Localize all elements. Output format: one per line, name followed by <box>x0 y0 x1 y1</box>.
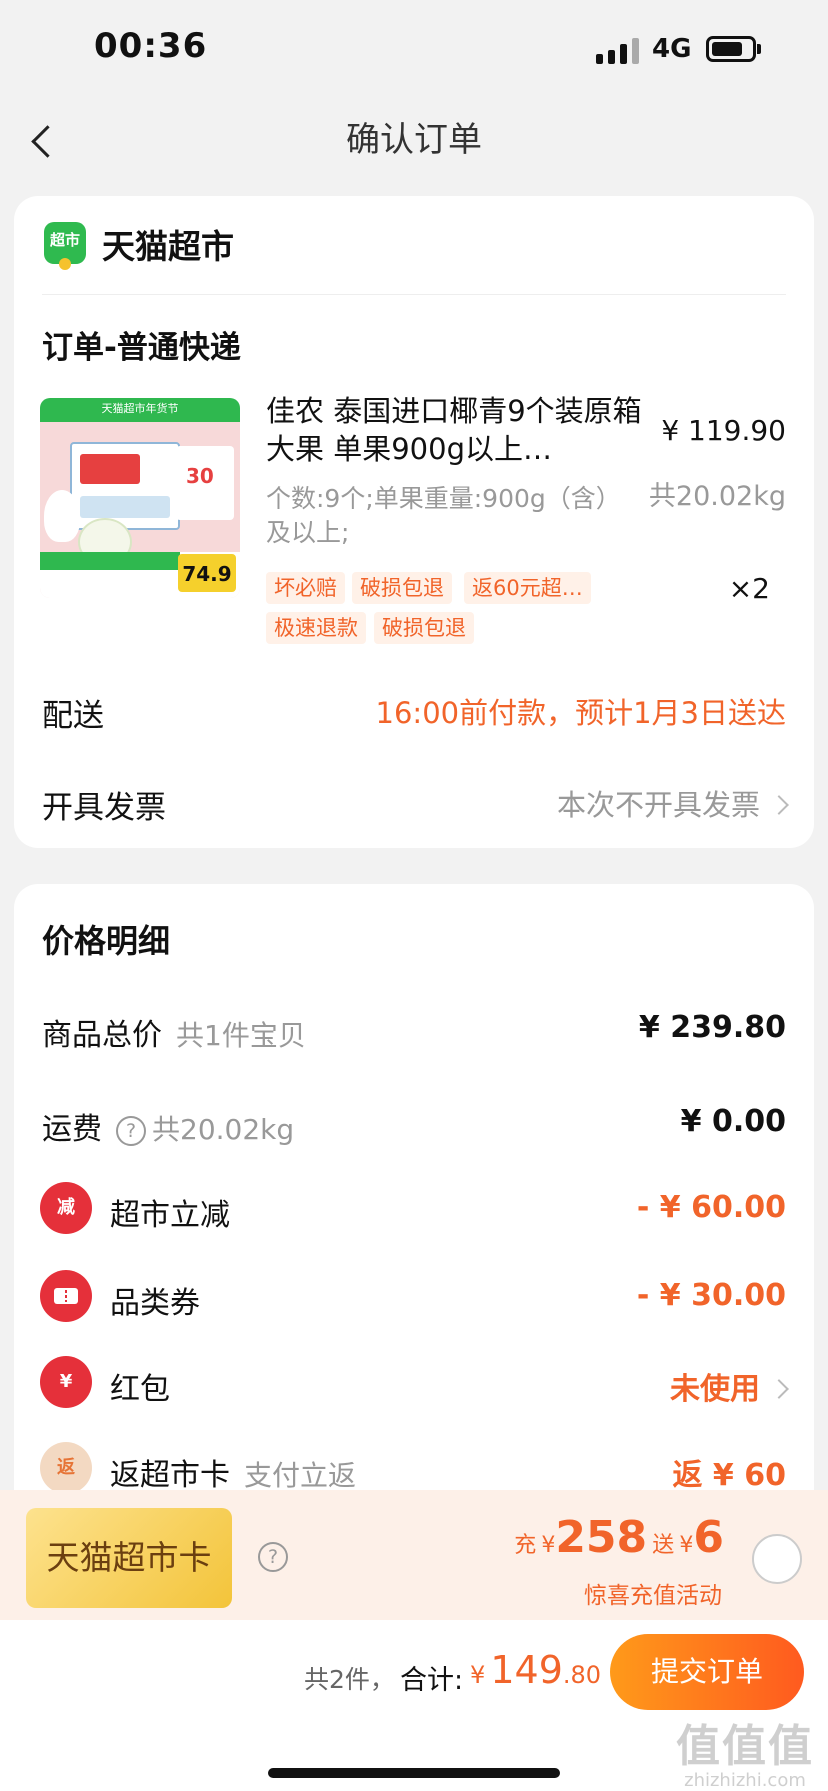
page-title: 确认订单 <box>346 120 482 160</box>
store-logo-icon: 超市 <box>44 222 86 270</box>
watermark-text: zhizhizhi.com <box>684 1770 806 1791</box>
discount-icon: 减 <box>40 1182 92 1234</box>
shipping-weight: 共20.02kg <box>152 1113 295 1146</box>
service-tag: 极速退款 <box>266 612 366 644</box>
goods-total-value: ¥ 239.80 <box>638 1010 786 1045</box>
coupon-icon <box>40 1270 92 1322</box>
recharge-promo-bar: 天猫超市卡 ? 充 ¥258 送 ¥6 惊喜充值活动 <box>0 1490 828 1620</box>
category-coupon-row[interactable]: 品类券 - ¥ 30.00 <box>14 1268 814 1328</box>
service-tag: 破损包退 <box>352 572 452 604</box>
red-packet-label: 红包 <box>110 1372 170 1407</box>
price-detail-title: 价格明细 <box>42 922 171 960</box>
item-count: 共2件， <box>304 1665 395 1694</box>
product-spec: 个数:9个;单果重量:900g（含）及以上; <box>266 484 621 547</box>
shipping-value: ¥ 0.00 <box>680 1104 786 1139</box>
red-packet-icon: ¥ <box>40 1356 92 1408</box>
signal-icon <box>596 36 642 64</box>
goods-total-row: 商品总价 共1件宝贝 ¥ 239.80 <box>14 1000 814 1060</box>
service-tag: 破损包退 <box>374 612 474 644</box>
delivery-value: 16:00前付款，预计1月3日送达 <box>375 696 786 730</box>
service-tag[interactable]: 返60元超… <box>464 572 591 604</box>
recharge-amount: 258 <box>555 1512 648 1563</box>
recharge-radio[interactable] <box>752 1534 802 1584</box>
product-name[interactable]: 佳农 泰国进口椰青9个装原箱 大果 单果900g以上… <box>266 392 666 468</box>
watermark: 值值值 zhizhizhi.com <box>676 1710 814 1791</box>
status-time: 00:36 <box>94 26 208 66</box>
order-type-title: 订单-普通快递 <box>42 330 241 366</box>
supermarket-card-badge[interactable]: 天猫超市卡 <box>26 1508 232 1608</box>
bonus-amount: 6 <box>693 1512 724 1563</box>
red-packet-value: 未使用 <box>670 1372 760 1407</box>
product-quantity: ×2 <box>728 572 770 605</box>
chevron-right-icon <box>769 795 789 815</box>
cashback-label: 返超市卡 <box>110 1458 230 1493</box>
product-image-banner: 天猫超市年货节 <box>101 402 179 415</box>
watermark-logo: 值值值 <box>676 1721 814 1772</box>
category-coupon-value: - ¥ 30.00 <box>636 1278 786 1313</box>
chevron-right-icon <box>769 1379 789 1399</box>
category-coupon-label: 品类券 <box>110 1286 200 1321</box>
battery-tip <box>757 44 761 54</box>
submit-order-button[interactable]: 提交订单 <box>610 1634 804 1710</box>
shipping-label: 运费 <box>42 1112 102 1147</box>
service-tag: 坏必赔 <box>266 572 345 604</box>
cashback-value: 返 ¥ 60 <box>672 1458 786 1493</box>
goods-count: 共1件宝贝 <box>176 1019 306 1052</box>
divider <box>42 294 786 295</box>
store-discount-value: - ¥ 60.00 <box>636 1190 786 1225</box>
store-discount-label: 超市立减 <box>110 1198 230 1233</box>
goods-total-label: 商品总价 <box>42 1018 162 1053</box>
store-name[interactable]: 天猫超市 <box>102 220 234 268</box>
product-weight: 共20.02kg <box>648 481 786 512</box>
product-image-price: 74.9 <box>178 554 236 592</box>
status-bar: 00:36 4G <box>0 0 828 100</box>
recharge-amounts: 充 ¥258 送 ¥6 <box>514 1512 724 1563</box>
shipping-row: 运费? 共20.02kg ¥ 0.00 <box>14 1094 814 1154</box>
help-icon[interactable]: ? <box>258 1542 288 1572</box>
home-indicator[interactable] <box>268 1768 560 1778</box>
delivery-label: 配送 <box>42 698 104 734</box>
invoice-label: 开具发票 <box>42 790 166 826</box>
product-price: ¥ 119.90 <box>661 414 786 447</box>
red-packet-row[interactable]: ¥ 红包 未使用 <box>14 1354 814 1414</box>
invoice-value: 本次不开具发票 <box>556 788 760 822</box>
cashback-sub: 支付立返 <box>244 1459 357 1492</box>
nav-bar: 确认订单 <box>0 100 828 180</box>
total-label: 合计: <box>400 1665 464 1696</box>
total-price: ¥ 149.80 <box>470 1648 602 1692</box>
store-discount-row: 减 超市立减 - ¥ 60.00 <box>14 1180 814 1240</box>
help-icon[interactable]: ? <box>116 1116 146 1146</box>
order-card: 超市 天猫超市 订单-普通快递 天猫超市年货节 74.9 佳农 泰国进口椰青9个… <box>14 196 814 848</box>
checkout-bar: 共2件， 合计: ¥ 149.80 提交订单 值值值 zhizhizhi.com <box>0 1620 828 1791</box>
promo-subtitle: 惊喜充值活动 <box>584 1583 722 1609</box>
network-type: 4G <box>652 34 692 64</box>
product-image[interactable]: 天猫超市年货节 74.9 <box>40 398 240 598</box>
cashback-icon: 返 <box>40 1442 92 1494</box>
battery-icon <box>706 36 756 62</box>
